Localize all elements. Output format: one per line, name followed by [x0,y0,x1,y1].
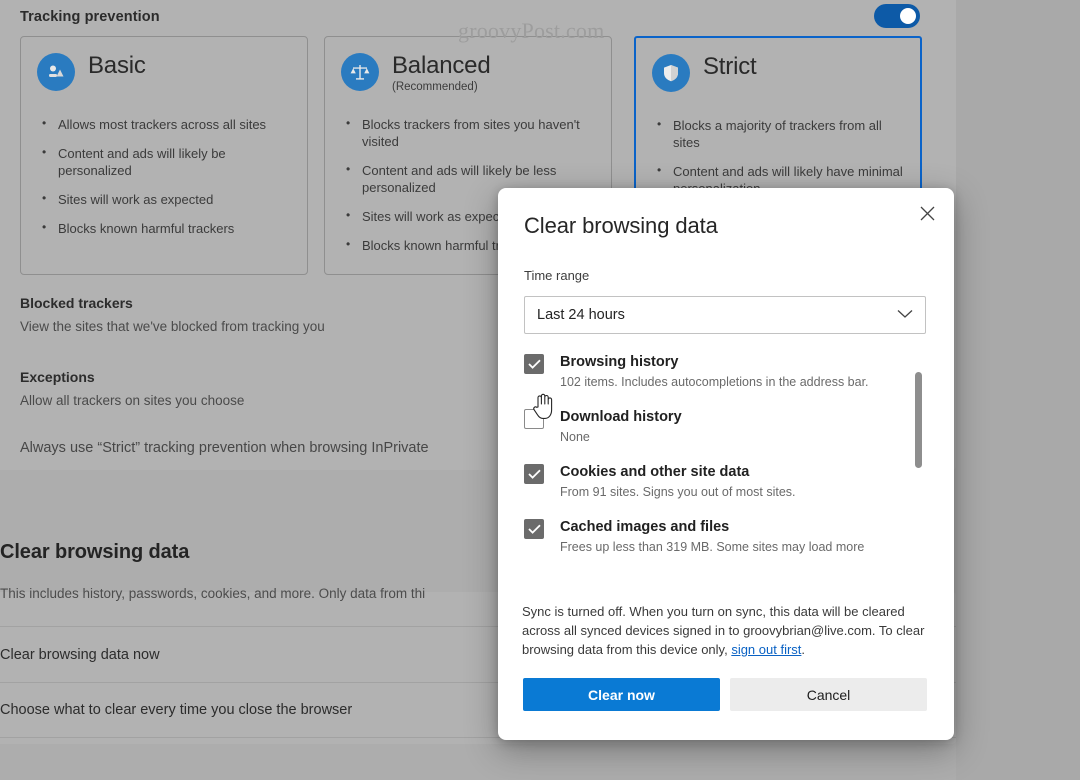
toggle-knob [900,8,916,24]
dialog-title: Clear browsing data [524,213,718,238]
option-description: 102 items. Includes autocompletions in t… [560,375,869,389]
card-header: Strict [652,52,904,104]
option-description: Frees up less than 319 MB. Some sites ma… [560,540,865,554]
card-bullet-list: Allows most trackers across all sites Co… [37,115,291,237]
sync-note: Sync is turned off. When you turn on syn… [522,602,928,659]
card-header: Basic [37,51,291,103]
sync-note-text-after: . [801,642,806,657]
card-title: Strict [703,53,757,80]
card-header: Balanced (Recommended) [341,51,595,103]
option-cached-images-and-files[interactable]: Cached images and files Frees up less th… [524,517,926,556]
option-description: None [560,430,590,444]
inprivate-strict-row[interactable]: Always use “Strict” tracking prevention … [20,440,429,456]
time-range-value: Last 24 hours [537,307,625,323]
card-title: Basic [88,52,146,79]
option-title: Cached images and files [560,519,730,535]
option-description: From 91 sites. Signs you out of most sit… [560,485,796,499]
option-cookies-and-site-data[interactable]: Cookies and other site data From 91 site… [524,462,926,501]
clear-now-button[interactable]: Clear now [523,678,720,711]
clear-browsing-data-description: This includes history, passwords, cookie… [0,586,426,601]
shield-icon [652,54,690,92]
section-description: View the sites that we've blocked from t… [20,319,325,334]
list-item: Blocks trackers from sites you haven't v… [341,115,595,150]
clear-browsing-data-title: Clear browsing data [0,541,190,563]
checkbox-checked[interactable] [524,354,544,374]
list-item: Sites will work as expected [37,190,291,208]
balance-scales-icon [341,53,379,91]
checkbox-checked[interactable] [524,464,544,484]
cancel-button[interactable]: Cancel [730,678,927,711]
time-range-select[interactable]: Last 24 hours [524,296,926,334]
option-browsing-history[interactable]: Browsing history 102 items. Includes aut… [524,352,926,391]
close-icon[interactable] [910,196,944,230]
exceptions-section[interactable]: Exceptions Allow all trackers on sites y… [20,369,244,408]
row-label: Choose what to clear every time you clos… [0,702,353,718]
screen: Tracking prevention Basic Allows mo [0,0,1080,780]
card-subtitle: (Recommended) [392,81,478,93]
dialog-actions: Clear now Cancel [523,678,927,711]
time-range-label: Time range [524,268,590,283]
tracker-block-icon [37,53,75,91]
list-item: Allows most trackers across all sites [37,115,291,133]
tracking-card-basic[interactable]: Basic Allows most trackers across all si… [20,36,308,275]
sign-out-first-link[interactable]: sign out first [731,642,801,657]
tracking-prevention-toggle[interactable] [874,4,920,28]
option-title: Download history [560,409,682,425]
data-type-option-list: Browsing history 102 items. Includes aut… [524,352,926,608]
card-bullet-list: Blocks a majority of trackers from all s… [652,116,904,197]
list-item: Blocks known harmful trackers [37,219,291,237]
option-list-scrollbar[interactable] [915,372,922,468]
checkbox-unchecked[interactable] [524,409,544,429]
row-label: Clear browsing data now [0,646,160,663]
section-description: Allow all trackers on sites you choose [20,393,245,408]
list-item: Blocks a majority of trackers from all s… [652,116,904,151]
section-heading: Blocked trackers [20,295,133,311]
tracking-prevention-title: Tracking prevention [20,9,160,25]
list-item: Content and ads will likely be personali… [37,144,291,179]
blocked-trackers-section[interactable]: Blocked trackers View the sites that we'… [20,295,325,334]
option-title: Browsing history [560,354,679,370]
checkbox-checked[interactable] [524,519,544,539]
option-title: Cookies and other site data [560,464,750,480]
watermark: groovyPost.com [458,18,605,43]
option-download-history[interactable]: Download history None [524,407,926,446]
chevron-down-icon [897,306,913,324]
sync-note-text-before: Sync is turned off. When you turn on syn… [522,604,925,657]
section-heading: Exceptions [20,369,95,385]
clear-browsing-data-dialog: Clear browsing data Time range Last 24 h… [498,188,954,740]
card-title: Balanced [392,52,491,79]
